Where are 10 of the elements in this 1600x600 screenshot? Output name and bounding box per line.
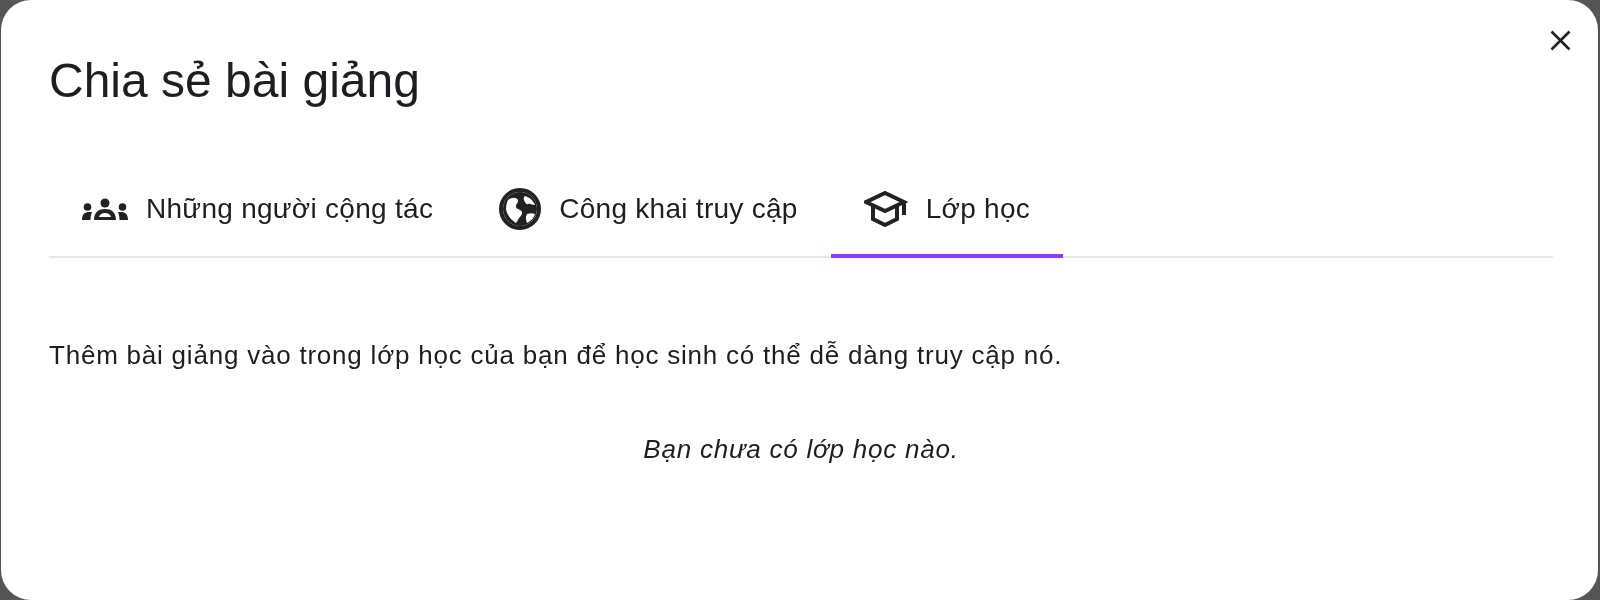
graduation-cap-icon [863, 191, 908, 227]
close-icon [1549, 29, 1571, 51]
tab[interactable]: Công khai truy cập [466, 168, 831, 258]
empty-message: Bạn chưa có lớp học nào. [643, 433, 959, 466]
dialog-title: Chia sẻ bài giảng [49, 53, 420, 109]
globe-icon [499, 188, 542, 230]
tab[interactable]: Lớp học [830, 168, 1064, 258]
people-icon [82, 198, 128, 220]
tab[interactable]: Những người cộng tác [49, 168, 467, 258]
description-text: Thêm bài giảng vào trong lớp học của bạn để học sinh có thể dễ dàng truy cập nó. [49, 339, 1063, 372]
